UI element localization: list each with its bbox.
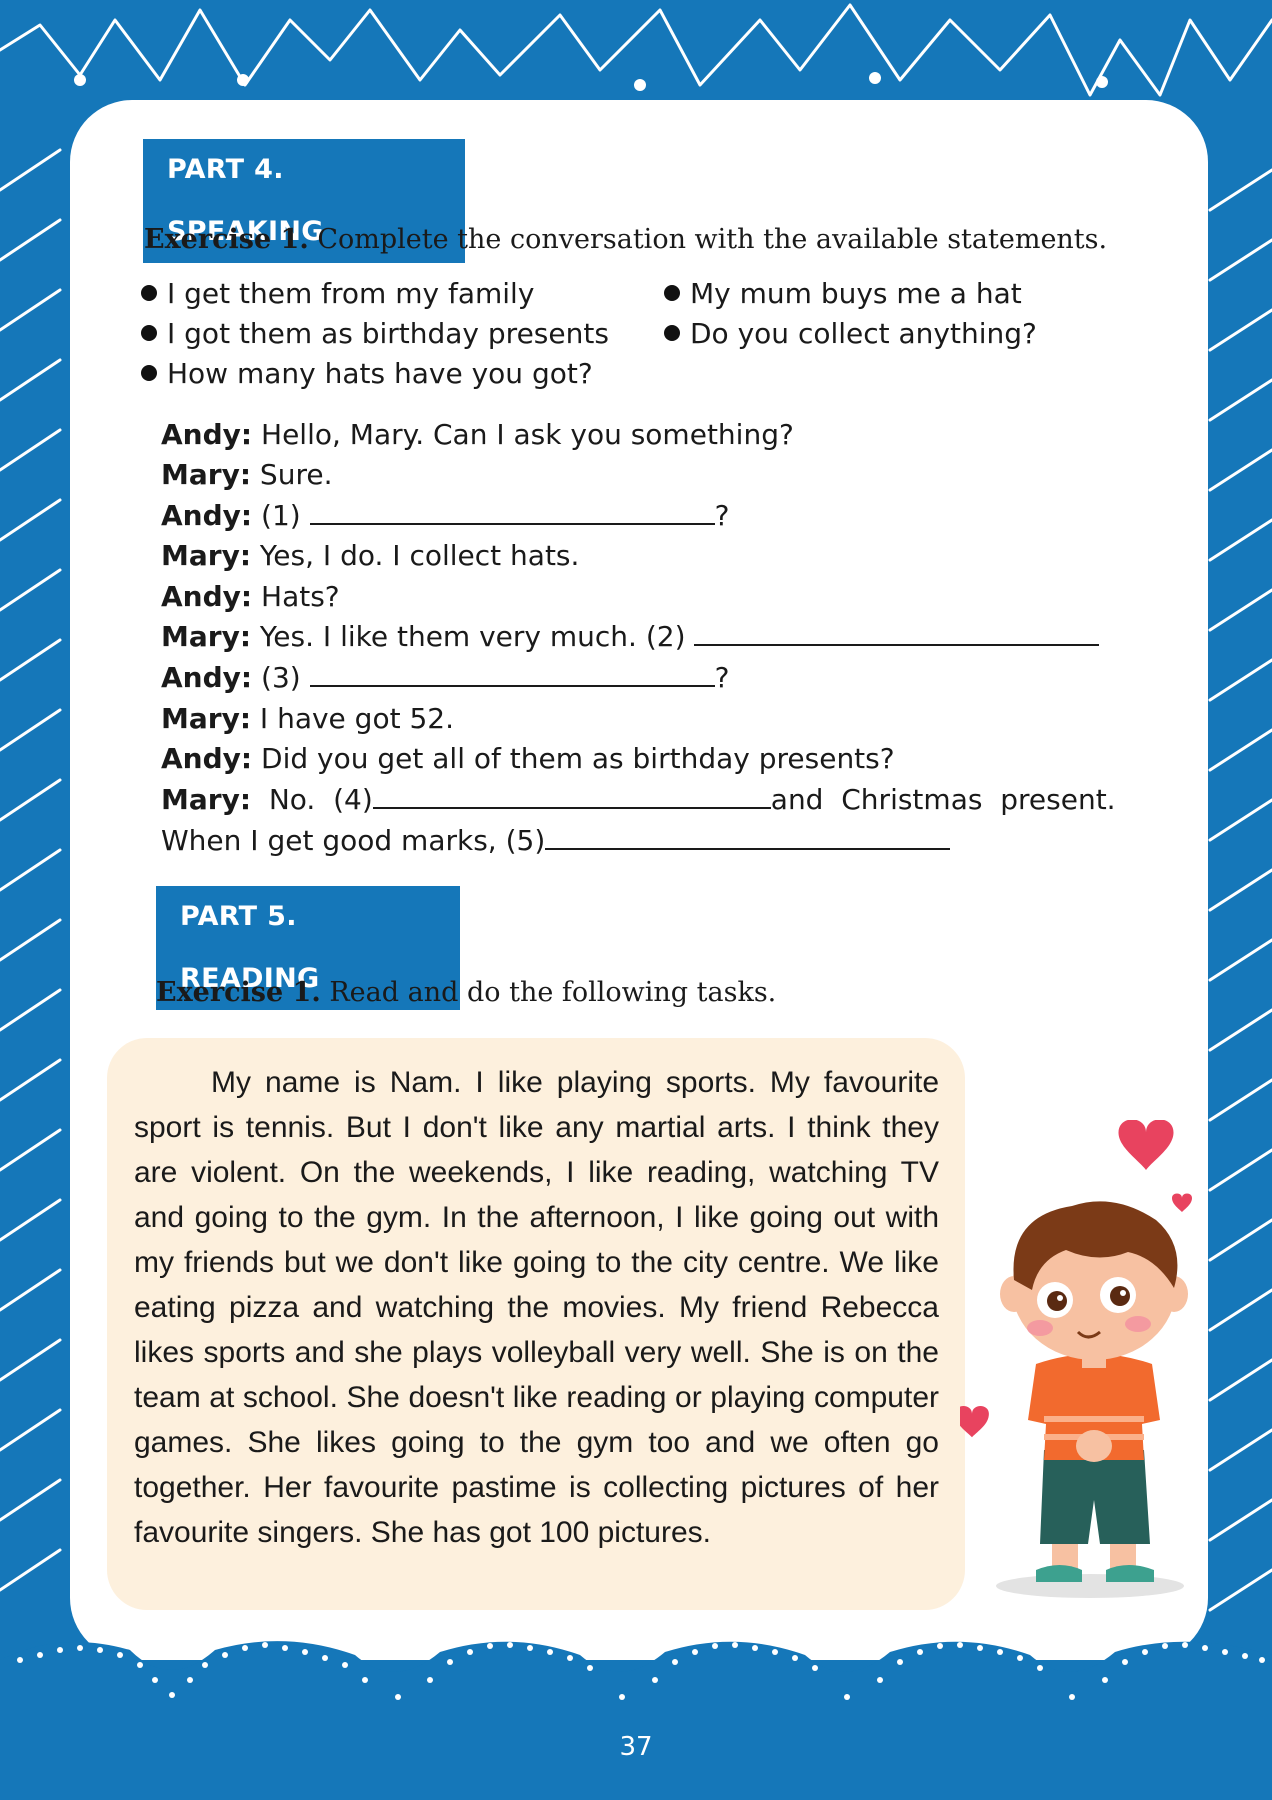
- option-text: My mum buys me a hat: [690, 277, 1022, 310]
- speaker-name: Andy:: [161, 661, 253, 694]
- option-text: Do you collect anything?: [690, 317, 1037, 350]
- answer-blank-3[interactable]: [309, 659, 715, 687]
- speaker-name: Andy:: [161, 742, 253, 775]
- dialogue-text-after: ?: [714, 661, 730, 694]
- page-number: 37: [619, 1732, 653, 1762]
- bullet-icon: [664, 325, 680, 341]
- option-item: Do you collect anything?: [664, 314, 1037, 354]
- dialogue-text: When I get good marks, (5): [161, 824, 546, 857]
- dialogue-line: Andy: Hello, Mary. Can I ask you somethi…: [161, 415, 794, 455]
- dialogue-text: Yes. I like them very much. (2): [259, 620, 686, 653]
- answer-blank-2[interactable]: [694, 618, 1100, 646]
- speaker-name: Andy:: [161, 580, 253, 613]
- bullet-icon: [141, 285, 157, 301]
- dialogue-text: (3): [261, 661, 301, 694]
- dialogue-line: Mary: Yes, I do. I collect hats.: [161, 536, 579, 576]
- speaker-name: Mary:: [161, 702, 252, 735]
- speaking-exercise-instruction: Exercise 1. Complete the conversation wi…: [144, 224, 1107, 255]
- reading-passage-text: My name is Nam. I like playing sports. M…: [134, 1066, 939, 1549]
- dialogue-text: (1): [261, 499, 301, 532]
- dialogue-text: No. (4): [268, 783, 373, 816]
- exercise-instruction-text: Complete the conversation with the avail…: [317, 224, 1108, 255]
- speaker-name: Andy:: [161, 418, 253, 451]
- boy-with-hearts-illustration: [960, 1120, 1192, 1598]
- dialogue-text: Yes, I do. I collect hats.: [259, 539, 580, 572]
- answer-blank-5[interactable]: [545, 822, 951, 850]
- dialogue-line: Andy: (3) ?: [161, 658, 729, 698]
- dialogue-line: When I get good marks, (5): [161, 821, 951, 861]
- answer-blank-1[interactable]: [309, 497, 715, 525]
- speaker-name: Mary:: [161, 539, 252, 572]
- speaker-name: Mary:: [161, 783, 252, 816]
- bullet-icon: [664, 285, 680, 301]
- option-text: I got them as birthday presents: [167, 317, 609, 350]
- dialogue-line: Mary: Yes. I like them very much. (2): [161, 617, 1100, 657]
- dialogue-text-after: ?: [714, 499, 730, 532]
- bullet-icon: [141, 325, 157, 341]
- option-item: I got them as birthday presents: [141, 314, 609, 354]
- dialogue-text-after: and Christmas present.: [770, 783, 1116, 816]
- dialogue-line: Andy: (1) ?: [161, 496, 729, 536]
- dialogue-text: Sure.: [259, 458, 333, 491]
- dialogue-text: Hats?: [261, 580, 340, 613]
- option-item: How many hats have you got?: [141, 354, 593, 394]
- dialogue-line: Andy: Did you get all of them as birthda…: [161, 739, 895, 779]
- dialogue-line: Mary: I have got 52.: [161, 699, 454, 739]
- speaker-name: Mary:: [161, 458, 252, 491]
- exercise-instruction-text: Read and do the following tasks.: [329, 977, 777, 1008]
- option-item: I get them from my family: [141, 274, 534, 314]
- option-text: How many hats have you got?: [167, 357, 593, 390]
- dialogue-line: Andy: Hats?: [161, 577, 340, 617]
- speaker-name: Andy:: [161, 499, 253, 532]
- option-text: I get them from my family: [167, 277, 535, 310]
- dialogue-line: Mary: No. (4) and Christmas present.: [161, 780, 1116, 820]
- option-item: My mum buys me a hat: [664, 274, 1022, 314]
- exercise-label: Exercise 1.: [144, 224, 309, 255]
- dialogue-text: I have got 52.: [259, 702, 454, 735]
- bullet-icon: [141, 365, 157, 381]
- speaker-name: Mary:: [161, 620, 252, 653]
- exercise-label: Exercise 1.: [156, 977, 321, 1008]
- answer-blank-4[interactable]: [372, 781, 771, 809]
- dialogue-text: Did you get all of them as birthday pres…: [261, 742, 895, 775]
- dialogue-line: Mary: Sure.: [161, 455, 332, 495]
- reading-exercise-instruction: Exercise 1. Read and do the following ta…: [156, 977, 776, 1008]
- reading-passage: My name is Nam. I like playing sports. M…: [134, 1060, 939, 1555]
- dialogue-text: Hello, Mary. Can I ask you something?: [261, 418, 794, 451]
